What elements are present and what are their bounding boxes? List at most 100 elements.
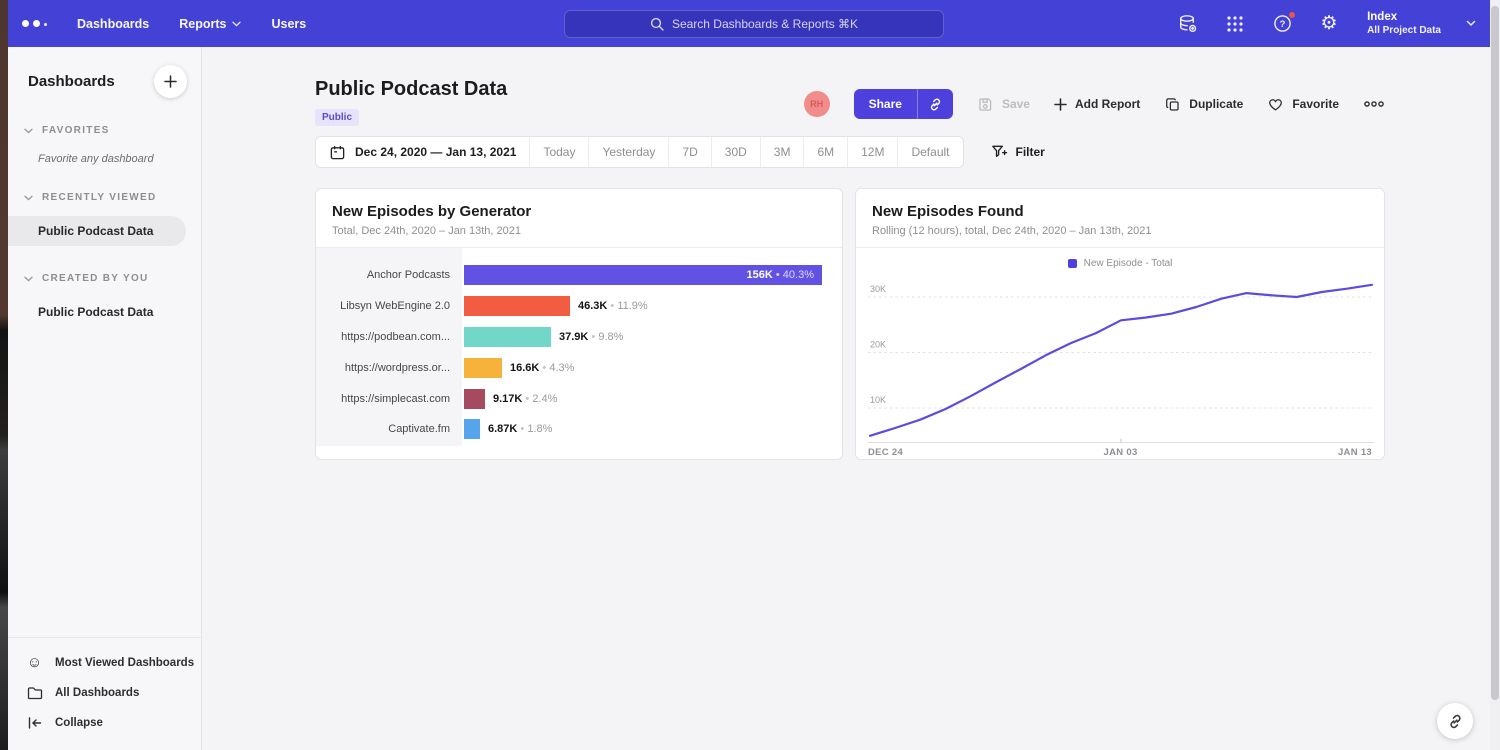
- bar-row-libsyn-webengine-2-0: Libsyn WebEngine 2.046.3K • 11.9%: [316, 291, 842, 322]
- bar-value-label: 37.9K • 9.8%: [559, 331, 623, 343]
- sidebar-section-recently-viewed: RECENTLY VIEWED Public Podcast Data: [8, 192, 201, 246]
- save-button[interactable]: Save: [977, 96, 1030, 113]
- nav-right: ? ⚙ Index All Project Data: [1177, 11, 1500, 36]
- preset-yesterday[interactable]: Yesterday: [588, 137, 668, 167]
- line-chart-subtitle: Rolling (12 hours), total, Dec 24th, 202…: [872, 225, 1368, 237]
- share-button[interactable]: Share: [854, 89, 917, 119]
- collapse-icon: [26, 716, 43, 730]
- copy-link-button[interactable]: [917, 89, 953, 119]
- sidebar-section-created-by-you: CREATED BY YOU Public Podcast Data: [8, 273, 201, 327]
- bar-segment: [464, 389, 485, 409]
- calendar-icon: [329, 144, 346, 161]
- search-placeholder: Search Dashboards & Reports ⌘K: [672, 17, 858, 31]
- empty-state-text: Favorite any dashboard: [8, 153, 201, 165]
- bar-chart-subtitle: Total, Dec 24th, 2020 – Jan 13th, 2021: [332, 225, 826, 237]
- link-icon: [1446, 712, 1465, 731]
- bar-segment: [464, 358, 502, 378]
- mode-logo[interactable]: [22, 20, 47, 27]
- floating-link-button[interactable]: [1437, 703, 1473, 739]
- notification-dot: [1288, 11, 1296, 19]
- bar-row-anchor-podcasts: Anchor Podcasts156K • 40.3%: [316, 260, 842, 291]
- svg-text:20K: 20K: [870, 340, 886, 350]
- background-window-edge: [0, 0, 8, 750]
- card-new-episodes-found: New Episodes Found Rolling (12 hours), t…: [855, 188, 1385, 460]
- sidebar-footer-collapse[interactable]: Collapse: [8, 708, 201, 738]
- bar-value-label: 156K • 40.3%: [747, 269, 822, 281]
- filter-funnel-icon: [990, 143, 1008, 161]
- preset-3m[interactable]: 3M: [760, 137, 804, 167]
- x-tick-jan-13: JAN 13: [1338, 447, 1372, 458]
- favorite-button[interactable]: Favorite: [1267, 96, 1339, 113]
- nav-menu: Dashboards Reports Users: [77, 17, 306, 31]
- chevron-down-icon: [232, 21, 241, 27]
- project-name: Index: [1367, 11, 1441, 23]
- add-dashboard-button[interactable]: [154, 65, 187, 98]
- bar-segment: 156K • 40.3%: [464, 265, 822, 285]
- add-report-button[interactable]: Add Report: [1054, 97, 1140, 111]
- data-sources-icon[interactable]: [1177, 13, 1199, 35]
- filter-button[interactable]: Filter: [990, 143, 1045, 161]
- plus-icon: [164, 75, 177, 88]
- heart-icon: [1267, 96, 1284, 113]
- card-new-episodes-by-generator: New Episodes by Generator Total, Dec 24t…: [315, 188, 843, 460]
- plus-icon: [1054, 98, 1067, 111]
- bar-segment: [464, 296, 570, 316]
- top-navbar: Dashboards Reports Users Search Dashboards…: [8, 0, 1500, 47]
- line-chart-title: New Episodes Found: [872, 203, 1368, 220]
- preset-30d[interactable]: 30D: [711, 137, 760, 167]
- nav-item-users[interactable]: Users: [271, 17, 306, 31]
- section-header[interactable]: FAVORITES: [8, 125, 201, 136]
- preset-today[interactable]: Today: [529, 137, 588, 167]
- date-range-bar: Dec 24, 2020 — Jan 13, 2021 TodayYesterd…: [315, 136, 964, 168]
- svg-text:?: ?: [1279, 19, 1285, 30]
- svg-text:30K: 30K: [870, 284, 886, 294]
- bar-segment: [464, 327, 551, 347]
- bar-category-label: Captivate.fm: [316, 423, 462, 435]
- section-header[interactable]: CREATED BY YOU: [8, 273, 201, 284]
- settings-gear-icon[interactable]: ⚙: [1318, 13, 1340, 35]
- x-tick-dec-24: DEC 24: [868, 447, 903, 458]
- preset-6m[interactable]: 6M: [803, 137, 847, 167]
- smiley-icon: ☺: [26, 655, 43, 670]
- sidebar-footer: ☺Most Viewed DashboardsAll DashboardsCol…: [8, 637, 201, 750]
- bar-category-label: https://wordpress.or...: [316, 362, 462, 374]
- chevron-down-icon: [24, 195, 33, 201]
- search-icon: [650, 17, 664, 31]
- link-icon: [927, 96, 944, 113]
- nav-item-dashboards[interactable]: Dashboards: [77, 17, 149, 31]
- section-header[interactable]: RECENTLY VIEWED: [8, 192, 201, 203]
- bar-row-https-wordpress-or: https://wordpress.or...16.6K • 4.3%: [316, 352, 842, 383]
- page-scrollbar[interactable]: [1490, 0, 1500, 750]
- sidebar-item-public-podcast-data[interactable]: Public Podcast Data: [8, 297, 186, 327]
- sidebar-footer-all-dashboards[interactable]: All Dashboards: [8, 678, 201, 708]
- bar-row-https-simplecast-com: https://simplecast.com9.17K • 2.4%: [316, 383, 842, 414]
- app-switcher-icon[interactable]: [1224, 13, 1246, 35]
- avatar[interactable]: RH: [804, 91, 830, 117]
- scrollbar-thumb[interactable]: [1491, 6, 1499, 700]
- project-scope: All Project Data: [1367, 25, 1441, 36]
- main-content: Public Podcast Data Public RH Share: [202, 47, 1500, 750]
- sidebar-footer-most-viewed-dashboards[interactable]: ☺Most Viewed Dashboards: [8, 647, 201, 678]
- help-icon[interactable]: ?: [1271, 13, 1293, 35]
- duplicate-button[interactable]: Duplicate: [1164, 96, 1243, 113]
- duplicate-icon: [1164, 96, 1181, 113]
- folder-icon: [26, 686, 43, 700]
- search-bar[interactable]: Search Dashboards & Reports ⌘K: [564, 10, 944, 38]
- project-switcher[interactable]: Index All Project Data: [1367, 11, 1441, 36]
- bar-category-label: https://simplecast.com: [316, 393, 462, 405]
- preset-default[interactable]: Default: [897, 137, 962, 167]
- chevron-down-icon: [24, 276, 33, 282]
- preset-7d[interactable]: 7D: [668, 137, 710, 167]
- date-range-picker[interactable]: Dec 24, 2020 — Jan 13, 2021: [316, 137, 529, 167]
- legend-swatch: [1068, 259, 1077, 268]
- sidebar-item-public-podcast-data[interactable]: Public Podcast Data: [8, 216, 186, 246]
- x-tick-jan-03: JAN 03: [1104, 447, 1138, 458]
- nav-item-reports[interactable]: Reports: [179, 17, 241, 31]
- bar-row-captivate-fm: Captivate.fm6.87K • 1.8%: [316, 414, 842, 445]
- share-button-group: Share: [854, 89, 953, 119]
- line-chart-plot: 10K 20K 30K: [868, 278, 1374, 444]
- preset-12m[interactable]: 12M: [847, 137, 897, 167]
- svg-text:10K: 10K: [870, 395, 886, 405]
- public-badge: Public: [315, 109, 359, 126]
- more-options-button[interactable]: [1363, 100, 1385, 108]
